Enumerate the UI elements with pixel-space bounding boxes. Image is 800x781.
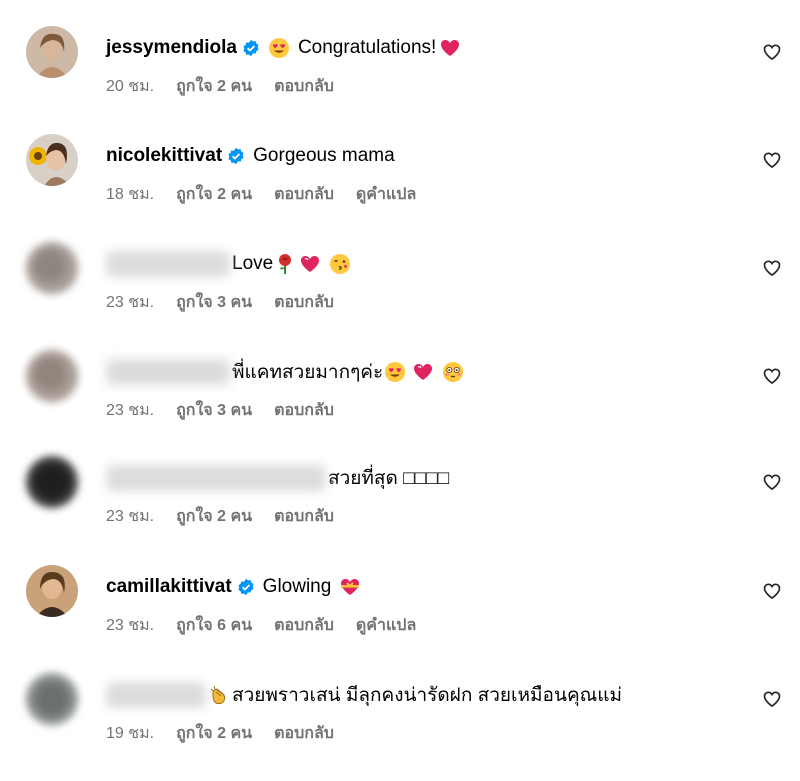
red-heart-emoji-icon [439,37,461,59]
username[interactable]: camillakittivat [106,576,232,598]
verified-badge-icon [227,147,245,165]
reply-button[interactable]: ตอบกลับ [274,613,334,638]
comment-text: Congratulations! [297,37,437,58]
comment-meta: 23 ชม. ถูกใจ 3 คน ตอบกลับ [106,398,334,423]
blurred-username[interactable] [106,359,230,385]
comment-time[interactable]: 23 ชม. [106,398,154,423]
heart-emoji-icon [412,361,434,383]
heart-emoji-icon [299,253,321,275]
comment-item: สวยที่สุด □□□□ 23 ชม. ถูกใจ 2 คน ตอบกลับ [0,456,800,564]
verified-badge-icon [242,39,260,57]
comment-text: สวยพราวเสน่ มีลุกคงน่ารัดฝก สวยเหมือนคุณ… [232,685,623,706]
username[interactable]: nicolekittivat [106,145,222,167]
comment-item: jessymendiola Congratulations! 20 ชม. ถู… [0,26,800,134]
comment-item: พี่แคทสวยมากๆค่ะ 23 ชม. ถูกใจ 3 คน ตอบกล… [0,350,800,458]
comment-line: พี่แคทสวยมากๆค่ะ [106,358,464,386]
likes-count[interactable]: ถูกใจ 2 คน [176,504,252,529]
comment-text: สวยที่สุด □□□□ [328,468,450,489]
avatar[interactable] [26,242,78,294]
likes-count[interactable]: ถูกใจ 2 คน [176,74,252,99]
avatar[interactable] [26,350,78,402]
likes-count[interactable]: ถูกใจ 2 คน [176,721,252,746]
heart-with-ribbon-emoji-icon [339,576,361,598]
comment-item: สวยพราวเสน่ มีลุกคงน่ารัดฝก สวยเหมือนคุณ… [0,673,800,781]
comment-time[interactable]: 18 ชม. [106,182,154,207]
username[interactable]: jessymendiola [106,37,237,59]
heart-outline-icon[interactable] [762,472,782,492]
heart-outline-icon[interactable] [762,581,782,601]
see-translation-button[interactable]: ดูคำแปล [356,182,416,207]
reply-button[interactable]: ตอบกลับ [274,290,334,315]
comment-time[interactable]: 23 ชม. [106,504,154,529]
reply-button[interactable]: ตอบกลับ [274,182,334,207]
avatar[interactable] [26,134,78,186]
avatar[interactable] [26,673,78,725]
comment-text: Love [232,253,274,274]
likes-count[interactable]: ถูกใจ 3 คน [176,398,252,423]
comment-line: jessymendiola Congratulations! [106,34,461,62]
comment-item: nicolekittivat Gorgeous mama 18 ชม. ถูกใ… [0,134,800,242]
comment-time[interactable]: 23 ชม. [106,290,154,315]
heart-outline-icon[interactable] [762,689,782,709]
heart-outline-icon[interactable] [762,150,782,170]
see-translation-button[interactable]: ดูคำแปล [356,613,416,638]
clapping-hands-emoji-icon [208,684,230,706]
flushed-face-emoji-icon [442,361,464,383]
rose-emoji-icon [274,253,296,275]
comment-meta: 20 ชม. ถูกใจ 2 คน ตอบกลับ [106,74,334,99]
likes-count[interactable]: ถูกใจ 6 คน [176,613,252,638]
comment-item: Love 23 ชม. ถูกใจ 3 คน ตอบกลับ [0,242,800,350]
heart-outline-icon[interactable] [762,258,782,278]
avatar[interactable] [26,456,78,508]
reply-button[interactable]: ตอบกลับ [274,398,334,423]
comment-text: Glowing [262,576,332,597]
heart-outline-icon[interactable] [762,366,782,386]
likes-count[interactable]: ถูกใจ 2 คน [176,182,252,207]
comment-time[interactable]: 23 ชม. [106,613,154,638]
comment-meta: 23 ชม. ถูกใจ 2 คน ตอบกลับ [106,504,334,529]
comment-time[interactable]: 19 ชม. [106,721,154,746]
comment-line: Love [106,250,351,278]
blurred-username[interactable] [106,682,206,708]
comment-meta: 23 ชม. ถูกใจ 6 คน ตอบกลับ ดูคำแปล [106,613,416,638]
avatar[interactable] [26,565,78,617]
likes-count[interactable]: ถูกใจ 3 คน [176,290,252,315]
comment-time[interactable]: 20 ชม. [106,74,154,99]
verified-badge-icon [237,578,255,596]
comment-text: Gorgeous mama [253,145,395,166]
comment-meta: 23 ชม. ถูกใจ 3 คน ตอบกลับ [106,290,334,315]
reply-button[interactable]: ตอบกลับ [274,721,334,746]
heart-outline-icon[interactable] [762,42,782,62]
blurred-username[interactable] [106,465,326,491]
comment-meta: 19 ชม. ถูกใจ 2 คน ตอบกลับ [106,721,334,746]
blurred-username[interactable] [106,251,230,277]
comment-text: พี่แคทสวยมากๆค่ะ [232,362,384,383]
comment-meta: 18 ชม. ถูกใจ 2 คน ตอบกลับ ดูคำแปล [106,182,416,207]
comment-line: สวยที่สุด □□□□ [106,464,449,492]
reply-button[interactable]: ตอบกลับ [274,504,334,529]
avatar[interactable] [26,26,78,78]
kissing-face-emoji-icon [329,253,351,275]
heart-eyes-emoji-icon [268,37,290,59]
heart-eyes-emoji-icon [384,361,406,383]
comment-line: nicolekittivat Gorgeous mama [106,142,395,170]
comment-item: camillakittivat Glowing 23 ชม. ถูกใจ 6 ค… [0,565,800,673]
reply-button[interactable]: ตอบกลับ [274,74,334,99]
comment-line: camillakittivat Glowing [106,573,361,601]
comment-line: สวยพราวเสน่ มีลุกคงน่ารัดฝก สวยเหมือนคุณ… [106,681,622,709]
